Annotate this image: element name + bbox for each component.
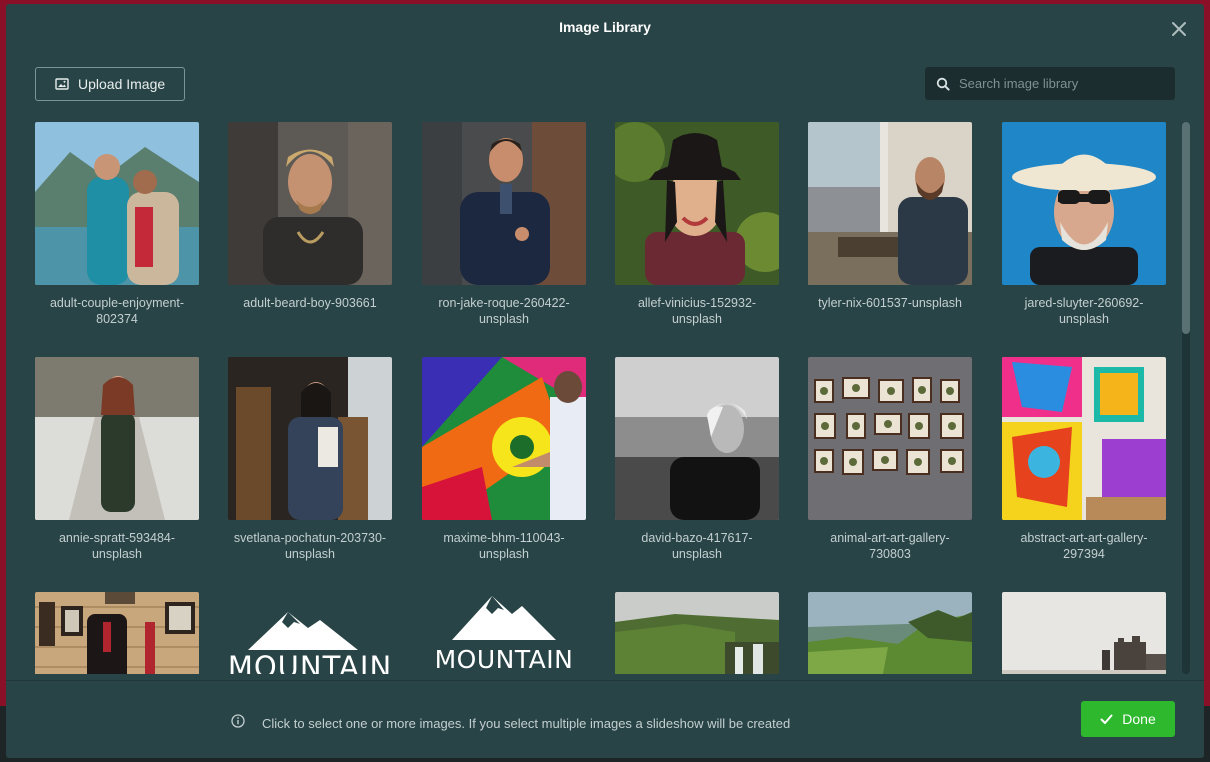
image-thumbnail <box>615 122 779 285</box>
image-tile-ron-jake-roque[interactable]: ron-jake-roque-260422-unsplash <box>422 122 586 327</box>
grid-scrollbar[interactable] <box>1182 122 1190 674</box>
image-caption: animal-art-art-gallery-730803 <box>830 531 950 561</box>
image-thumbnail: MOUNTAIN <box>422 592 586 674</box>
image-caption: tyler-nix-601537-unsplash <box>818 296 962 310</box>
image-tile-mountain-logo-2[interactable]: MOUNTAIN <box>422 592 586 674</box>
modal-footer: Click to select one or more images. If y… <box>6 680 1204 758</box>
image-tile-adult-beard-boy[interactable]: adult-beard-boy-903661 <box>228 122 392 311</box>
image-thumbnail <box>1002 592 1166 674</box>
image-thumbnail <box>615 357 779 520</box>
image-caption: adult-beard-boy-903661 <box>243 296 377 310</box>
image-thumbnail <box>808 357 972 520</box>
image-grid: adult-couple-enjoyment-802374 adult-bear… <box>35 122 1175 674</box>
image-icon <box>55 78 69 90</box>
image-tile-tyler-nix[interactable]: tyler-nix-601537-unsplash <box>808 122 972 311</box>
image-caption: annie-spratt-593484-unsplash <box>58 531 176 561</box>
scrollbar-thumb[interactable] <box>1182 122 1190 334</box>
done-button[interactable]: Done <box>1081 701 1175 737</box>
close-button[interactable] <box>1170 20 1188 38</box>
image-thumbnail <box>1002 122 1166 285</box>
image-tile-annie-spratt[interactable]: annie-spratt-593484-unsplash <box>35 357 199 562</box>
close-icon <box>1172 22 1186 36</box>
search-box[interactable] <box>925 67 1175 100</box>
image-tile-animal-art-gallery[interactable]: animal-art-art-gallery-730803 <box>808 357 972 562</box>
image-thumbnail <box>1002 357 1166 520</box>
image-tile-abstract-art-gallery[interactable]: abstract-art-art-gallery-297394 <box>1002 357 1166 562</box>
upload-image-label: Upload Image <box>78 76 166 92</box>
image-tile-adult-couple[interactable]: adult-couple-enjoyment-802374 <box>35 122 199 327</box>
done-label: Done <box>1122 711 1156 727</box>
image-thumbnail <box>35 122 199 285</box>
image-tile-svetlana-pochatun[interactable]: svetlana-pochatun-203730-unsplash <box>228 357 392 562</box>
image-thumbnail <box>422 357 586 520</box>
image-thumbnail <box>35 592 199 674</box>
modal-title: Image Library <box>559 19 651 35</box>
image-caption: ron-jake-roque-260422-unsplash <box>438 296 570 326</box>
image-tile-maxime-bhm[interactable]: maxime-bhm-110043-unsplash <box>422 357 586 562</box>
image-thumbnail <box>35 357 199 520</box>
image-caption: svetlana-pochatun-203730-unsplash <box>233 531 387 561</box>
upload-image-button[interactable]: Upload Image <box>35 67 185 101</box>
info-text: Click to select one or more images. If y… <box>262 716 791 731</box>
image-tile-shop-interior[interactable] <box>35 592 199 674</box>
image-caption: maxime-bhm-110043-unsplash <box>443 531 565 561</box>
image-thumbnail <box>422 122 586 285</box>
mountain-logo-text: MOUNTAIN <box>434 645 574 674</box>
image-tile-waterfall-cliffs[interactable] <box>615 592 779 674</box>
image-caption: abstract-art-art-gallery-297394 <box>1020 531 1148 561</box>
image-caption: jared-sluyter-260692-unsplash <box>1024 296 1144 326</box>
image-caption: allef-vinicius-152932-unsplash <box>637 296 757 326</box>
mountain-logo-text: MOUNTAIN <box>228 650 392 674</box>
image-tile-mountain-logo-1[interactable]: MOUNTAIN <box>228 592 392 674</box>
image-thumbnail <box>228 357 392 520</box>
image-tile-allef-vinicius[interactable]: allef-vinicius-152932-unsplash <box>615 122 779 327</box>
image-caption: adult-couple-enjoyment-802374 <box>49 296 185 326</box>
image-caption: david-bazo-417617-unsplash <box>641 531 753 561</box>
image-thumbnail <box>615 592 779 674</box>
checkmark-icon <box>1100 714 1113 725</box>
image-tile-castle-ruins[interactable] <box>1002 592 1166 674</box>
image-tile-david-bazo[interactable]: david-bazo-417617-unsplash <box>615 357 779 562</box>
image-thumbnail <box>808 122 972 285</box>
image-tile-jared-sluyter[interactable]: jared-sluyter-260692-unsplash <box>1002 122 1166 327</box>
image-thumbnail <box>808 592 972 674</box>
search-icon <box>936 77 950 91</box>
image-thumbnail: MOUNTAIN <box>228 592 392 674</box>
info-icon <box>231 714 245 728</box>
image-library-modal: Image Library Upload Image Search image … <box>6 4 1204 758</box>
search-input[interactable] <box>959 76 1159 91</box>
image-thumbnail <box>228 122 392 285</box>
image-tile-green-valley[interactable] <box>808 592 972 674</box>
